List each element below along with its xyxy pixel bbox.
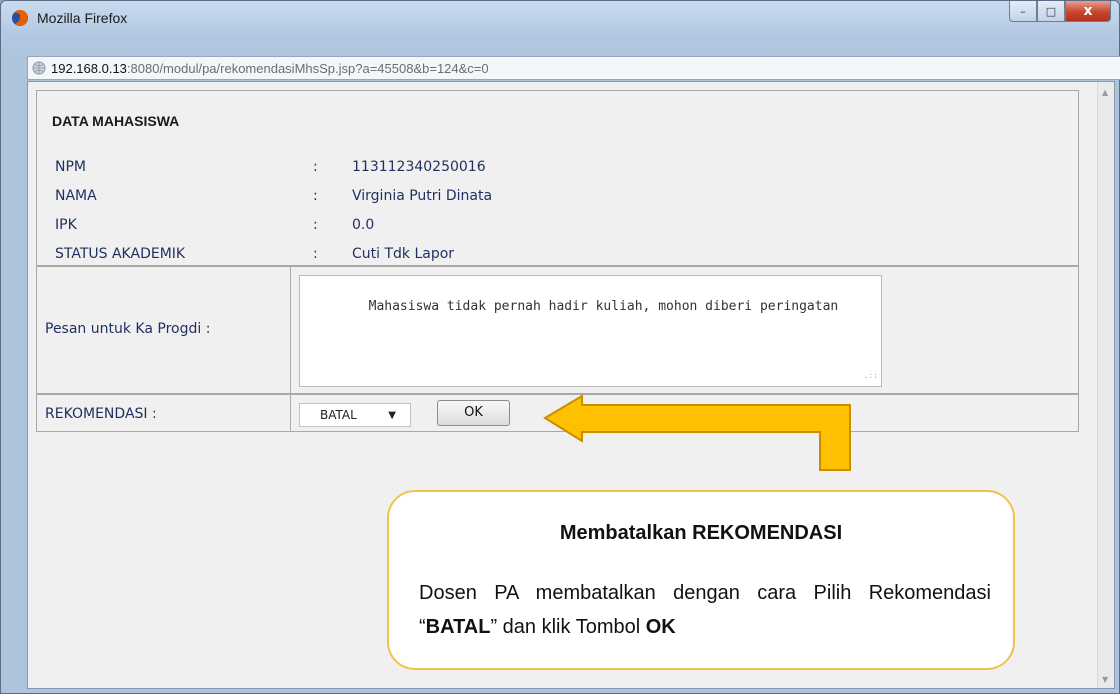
callout-bold-text: OK bbox=[645, 616, 676, 638]
ok-button[interactable]: OK bbox=[437, 400, 510, 426]
pesan-textarea[interactable]: Mahasiswa tidak pernah hadir kuliah, moh… bbox=[299, 275, 882, 387]
rekomendasi-selected-value: BATAL bbox=[320, 408, 357, 422]
firefox-icon bbox=[12, 10, 28, 26]
scroll-up-icon[interactable]: ▲ bbox=[1102, 88, 1108, 97]
callout-body: Dosen PA membatalkan dengan cara Pilih R… bbox=[419, 576, 991, 644]
address-bar[interactable]: 192.168.0.13:8080/modul/pa/rekomendasiMh… bbox=[27, 56, 1120, 80]
url-path: :8080/modul/pa/rekomendasiMhsSp.jsp?a=45… bbox=[126, 60, 489, 76]
rekomendasi-label: REKOMENDASI : bbox=[45, 406, 157, 422]
vertical-scrollbar[interactable]: ▲ ▼ bbox=[1097, 82, 1114, 688]
field-label: IPK bbox=[55, 217, 77, 233]
pesan-row: Pesan untuk Ka Progdi : Mahasiswa tidak … bbox=[36, 266, 1079, 394]
maximize-button[interactable]: □ bbox=[1037, 1, 1065, 22]
field-colon: : bbox=[313, 159, 318, 175]
callout-text: ” dan klik Tombol bbox=[490, 616, 646, 638]
data-mahasiswa-panel: DATA MAHASISWA NPM : 113112340250016 NAM… bbox=[36, 90, 1079, 266]
rekomendasi-select[interactable]: BATAL ▼ bbox=[299, 403, 411, 427]
resize-grip-icon[interactable]: .:: bbox=[864, 367, 878, 385]
pesan-text: Mahasiswa tidak pernah hadir kuliah, moh… bbox=[368, 299, 839, 314]
minimize-button[interactable]: – bbox=[1009, 1, 1037, 22]
section-title: DATA MAHASISWA bbox=[52, 113, 180, 129]
chevron-down-icon: ▼ bbox=[388, 410, 396, 421]
field-value: Virginia Putri Dinata bbox=[352, 188, 493, 204]
rekomendasi-label-cell: REKOMENDASI : bbox=[37, 395, 291, 431]
window-title: Mozilla Firefox bbox=[37, 10, 128, 26]
field-colon: : bbox=[313, 217, 318, 233]
globe-icon bbox=[32, 61, 46, 75]
field-label: NAMA bbox=[55, 188, 97, 204]
field-label: NPM bbox=[55, 159, 86, 175]
url-host: 192.168.0.13 bbox=[51, 60, 127, 76]
rekomendasi-row: REKOMENDASI : BATAL ▼ OK bbox=[36, 394, 1079, 432]
close-button[interactable]: x bbox=[1065, 1, 1111, 22]
field-value: Cuti Tdk Lapor bbox=[352, 246, 455, 262]
field-label: STATUS AKADEMIK bbox=[55, 246, 186, 262]
pesan-label-cell: Pesan untuk Ka Progdi : bbox=[37, 267, 291, 393]
field-colon: : bbox=[313, 188, 318, 204]
title-bar[interactable]: Mozilla Firefox – □ x bbox=[1, 1, 1119, 35]
field-colon: : bbox=[313, 246, 318, 262]
window-controls: – □ x bbox=[1009, 1, 1111, 23]
annotation-callout: Membatalkan REKOMENDASI Dosen PA membata… bbox=[387, 490, 1015, 670]
pesan-label: Pesan untuk Ka Progdi : bbox=[45, 321, 211, 337]
field-value: 0.0 bbox=[352, 217, 375, 233]
scroll-down-icon[interactable]: ▼ bbox=[1102, 675, 1108, 684]
field-value: 113112340250016 bbox=[352, 159, 486, 175]
callout-bold-text: BATAL bbox=[425, 616, 491, 638]
callout-title: Membatalkan REKOMENDASI bbox=[559, 522, 843, 544]
